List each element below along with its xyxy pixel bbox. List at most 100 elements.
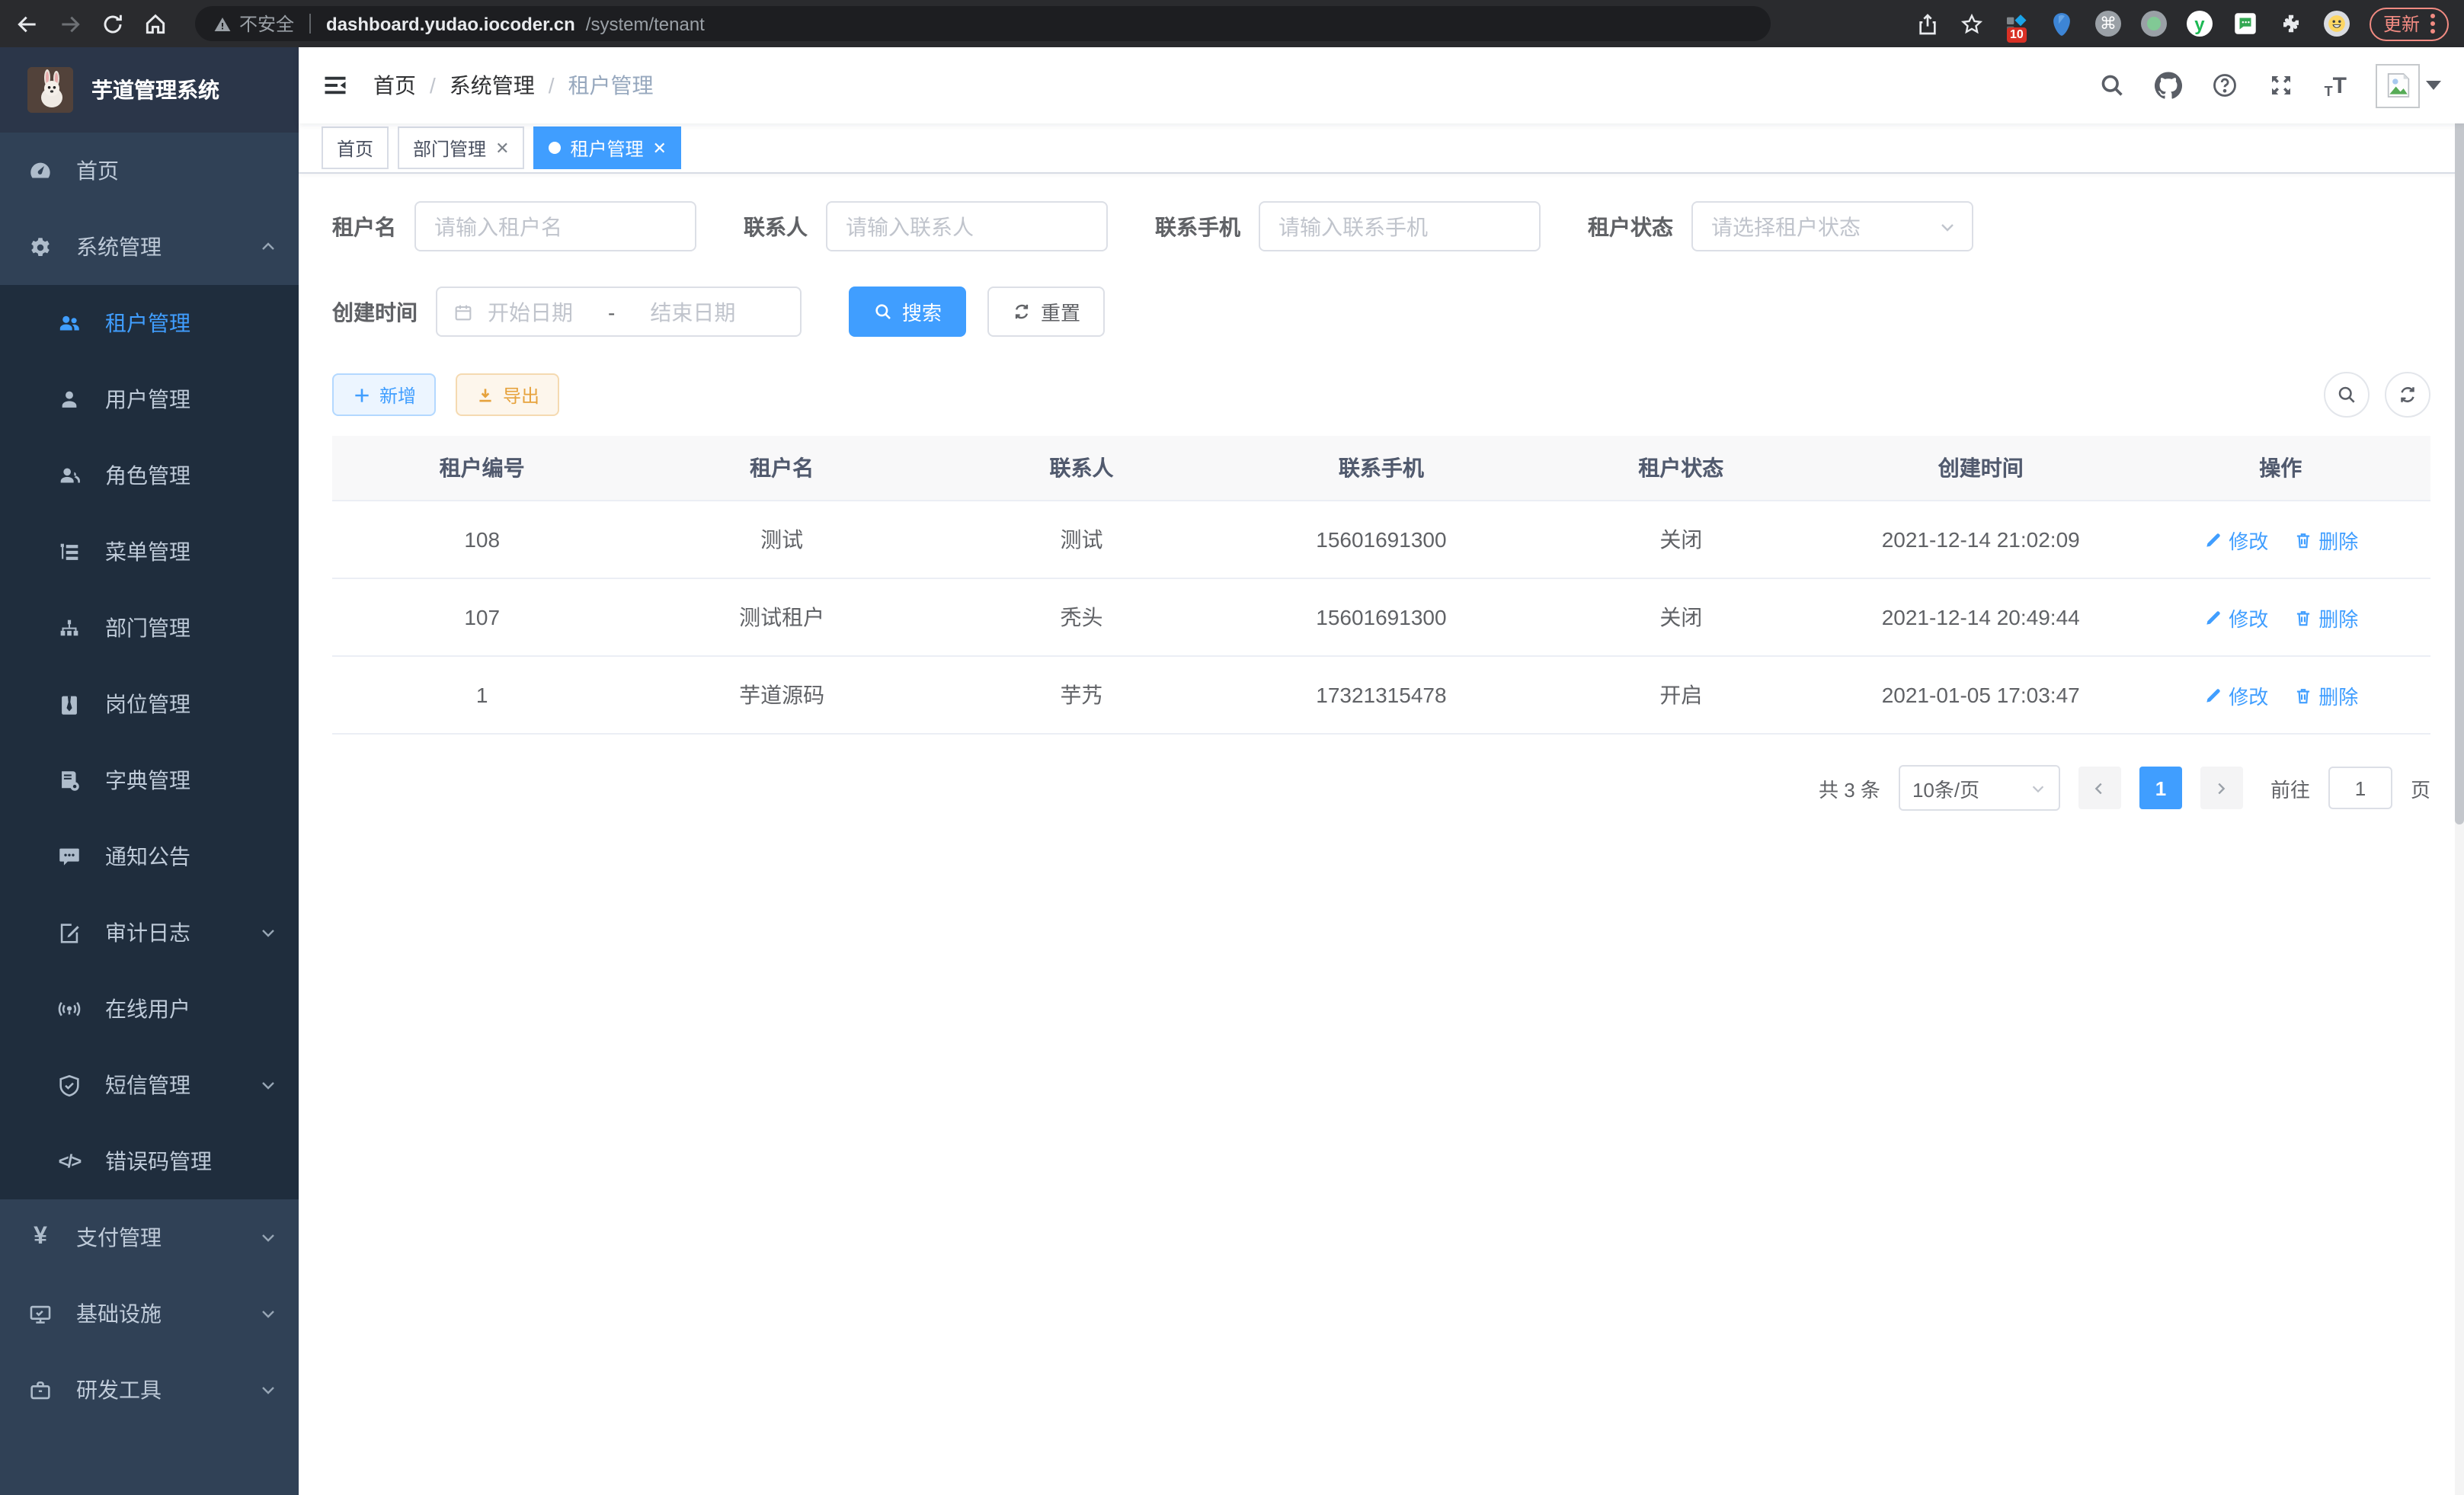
- export-button[interactable]: 导出: [456, 373, 559, 416]
- code-icon: </>: [56, 1148, 82, 1174]
- breadcrumb-system[interactable]: 系统管理: [450, 70, 535, 101]
- forward-icon[interactable]: [58, 11, 82, 36]
- fullscreen-icon[interactable]: [2268, 72, 2296, 99]
- sidebar-collapse-icon[interactable]: [322, 72, 349, 99]
- extension-command-icon[interactable]: ⌘: [2095, 11, 2121, 37]
- phone-input[interactable]: [1259, 201, 1541, 251]
- extension-record-icon[interactable]: [2141, 11, 2167, 37]
- close-icon[interactable]: ✕: [495, 138, 509, 158]
- chrome-update-button[interactable]: 更新: [2370, 7, 2449, 40]
- github-icon[interactable]: [2155, 72, 2183, 99]
- tenant-name-input[interactable]: [414, 201, 696, 251]
- reset-button[interactable]: 重置: [987, 287, 1105, 337]
- status-select[interactable]: 请选择租户状态: [1691, 201, 1973, 251]
- tab-dept[interactable]: 部门管理 ✕: [398, 126, 524, 169]
- tab-tenant[interactable]: 租户管理 ✕: [534, 126, 682, 169]
- date-range-picker[interactable]: 开始日期 - 结束日期: [436, 287, 802, 337]
- sidebar-item-notice[interactable]: 通知公告: [0, 818, 299, 895]
- bookmark-star-icon[interactable]: [1960, 11, 1984, 36]
- sidebar-item-devtools[interactable]: 研发工具: [0, 1352, 299, 1428]
- main-area: 首页 / 系统管理 / 租户管理 TT: [299, 47, 2464, 1495]
- sidebar-item-pay[interactable]: ¥ 支付管理: [0, 1199, 299, 1276]
- sidebar-item-role[interactable]: 角色管理: [0, 437, 299, 514]
- chevron-left-icon: [2091, 780, 2108, 796]
- edit-link[interactable]: 修改: [2203, 603, 2268, 632]
- tab-label: 部门管理: [413, 135, 486, 161]
- filter-row-2: 创建时间 开始日期 - 结束日期 搜索 重置: [332, 287, 2430, 337]
- sidebar-item-label: 岗位管理: [105, 689, 190, 719]
- chevron-down-icon: [259, 1305, 277, 1323]
- sidebar-item-user[interactable]: 用户管理: [0, 361, 299, 437]
- sidebar-item-home[interactable]: 首页: [0, 133, 299, 209]
- sidebar-item-errcode[interactable]: </> 错误码管理: [0, 1123, 299, 1199]
- sidebar-item-label: 首页: [76, 155, 119, 186]
- prev-page-button[interactable]: [2078, 767, 2121, 809]
- extension-balloon-icon[interactable]: [2050, 11, 2075, 37]
- breadcrumb-home[interactable]: 首页: [373, 70, 416, 101]
- sidebar-item-dict[interactable]: 字典管理: [0, 742, 299, 818]
- sidebar-item-label: 用户管理: [105, 384, 190, 415]
- search-icon[interactable]: [2099, 72, 2126, 99]
- extensions-puzzle-icon[interactable]: [2278, 11, 2304, 37]
- sidebar-item-menu[interactable]: 菜单管理: [0, 514, 299, 590]
- help-icon[interactable]: [2212, 72, 2239, 99]
- delete-link[interactable]: 删除: [2293, 680, 2358, 709]
- table-row: 107 测试租户 秃头 15601691300 关闭 2021-12-14 20…: [332, 578, 2430, 656]
- filter-row-1: 租户名 联系人 联系手机 租户状态 请选择租户状态: [332, 201, 2430, 251]
- home-icon[interactable]: [143, 11, 168, 36]
- screen: 不安全 dashboard.yudao.iocoder.cn/system/te…: [0, 0, 2464, 1495]
- not-secure-warning[interactable]: 不安全: [213, 11, 294, 37]
- sidebar-item-dept[interactable]: 部门管理: [0, 590, 299, 666]
- table-row: 108 测试 测试 15601691300 关闭 2021-12-14 21:0…: [332, 501, 2430, 578]
- cell-phone: 17321315478: [1231, 656, 1531, 734]
- user-avatar-menu[interactable]: [2376, 63, 2441, 107]
- search-button[interactable]: 搜索: [849, 287, 966, 337]
- page-size-select[interactable]: 10条/页: [1899, 765, 2060, 811]
- delete-link[interactable]: 删除: [2293, 603, 2358, 632]
- delete-link[interactable]: 删除: [2293, 525, 2358, 554]
- edit-link[interactable]: 修改: [2203, 680, 2268, 709]
- org-tree-icon: [56, 615, 82, 641]
- extension-tag-manager-icon[interactable]: 10: [2004, 11, 2030, 37]
- column-header: 操作: [2130, 436, 2430, 501]
- page-number-button[interactable]: 1: [2139, 767, 2182, 809]
- online-user-icon: [56, 996, 82, 1022]
- column-header: 租户编号: [332, 436, 632, 501]
- address-bar[interactable]: 不安全 dashboard.yudao.iocoder.cn/system/te…: [195, 6, 1771, 41]
- tags-view: 首页 部门管理 ✕ 租户管理 ✕: [299, 123, 2464, 174]
- edit-icon: [2203, 685, 2222, 705]
- next-page-button[interactable]: [2200, 767, 2243, 809]
- cell-status: 开启: [1531, 656, 1831, 734]
- extension-badge: 10: [2007, 27, 2027, 43]
- calendar-icon: [453, 301, 474, 322]
- edit-link[interactable]: 修改: [2203, 525, 2268, 554]
- sidebar-item-sms[interactable]: 短信管理: [0, 1047, 299, 1123]
- profile-emoji-avatar[interactable]: [2324, 11, 2350, 37]
- tab-home[interactable]: 首页: [322, 126, 389, 169]
- font-size-icon[interactable]: TT: [2325, 72, 2347, 98]
- extension-chat-icon[interactable]: [2232, 11, 2258, 37]
- sidebar-item-infra[interactable]: 基础设施: [0, 1276, 299, 1352]
- sidebar-item-audit[interactable]: 审计日志: [0, 895, 299, 971]
- share-icon[interactable]: [1915, 11, 1940, 36]
- breadcrumb-separator: /: [549, 73, 555, 98]
- sidebar-item-tenant[interactable]: 租户管理: [0, 285, 299, 361]
- add-button[interactable]: 新增: [332, 373, 436, 416]
- browser-menu-icon[interactable]: [2430, 14, 2435, 34]
- close-icon[interactable]: ✕: [653, 138, 667, 158]
- sidebar-item-label: 菜单管理: [105, 536, 190, 567]
- sidebar-item-system[interactable]: 系统管理: [0, 209, 299, 285]
- page-scrollbar[interactable]: [2455, 47, 2464, 1495]
- chevron-down-icon: [259, 1228, 277, 1247]
- contact-input[interactable]: [826, 201, 1108, 251]
- scrollbar-thumb[interactable]: [2455, 47, 2464, 824]
- back-icon[interactable]: [15, 11, 40, 36]
- sidebar-item-online[interactable]: 在线用户: [0, 971, 299, 1047]
- sidebar-item-post[interactable]: 岗位管理: [0, 666, 299, 742]
- goto-page-input[interactable]: [2328, 767, 2392, 809]
- extension-y-logo-icon[interactable]: y: [2187, 11, 2213, 37]
- reload-icon[interactable]: [101, 11, 125, 36]
- refresh-table-button[interactable]: [2385, 372, 2430, 418]
- toggle-search-button[interactable]: [2324, 372, 2370, 418]
- sidebar-logo[interactable]: 芋道管理系统: [0, 47, 299, 133]
